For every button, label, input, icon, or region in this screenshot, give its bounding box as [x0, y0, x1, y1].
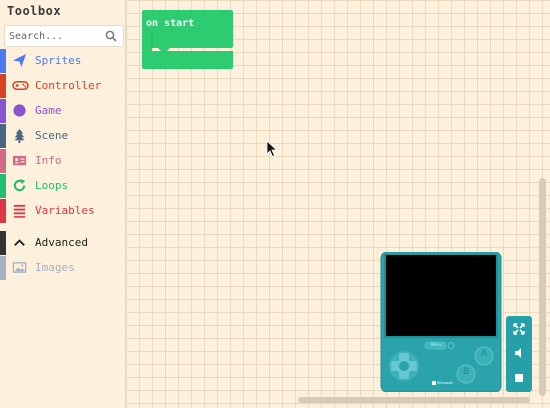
id-card-icon	[12, 155, 27, 166]
category-info[interactable]: Info	[0, 149, 126, 173]
category-label: Variables	[35, 204, 95, 217]
category-label: Images	[35, 261, 75, 274]
tree-icon	[14, 128, 25, 143]
category-controller[interactable]: Controller	[0, 74, 126, 98]
simulator-button-b[interactable]: B	[458, 367, 474, 377]
simulator-menu-label: Menu	[431, 342, 442, 347]
simulator-button-a[interactable]: A	[476, 349, 492, 359]
category-label: Loops	[35, 179, 69, 192]
category-color-bar	[0, 199, 6, 223]
circle-icon	[13, 104, 26, 117]
toolbox-panel: Toolbox Sprites Controller Game	[0, 0, 126, 408]
simulator-toolbar	[506, 316, 532, 392]
list-lines-icon	[13, 204, 26, 218]
loop-arrow-icon	[13, 178, 26, 192]
category-images[interactable]: Images	[0, 256, 126, 280]
category-label: Scene	[35, 129, 69, 142]
chevron-up-icon	[14, 239, 25, 246]
on-start-label: on start	[146, 18, 195, 29]
category-color-bar	[0, 256, 6, 280]
gamepad-icon	[12, 81, 29, 90]
category-color-bar	[0, 99, 6, 123]
category-advanced[interactable]: Advanced	[0, 231, 126, 255]
category-game[interactable]: Game	[0, 99, 126, 123]
search-icon[interactable]	[105, 30, 117, 42]
game-simulator[interactable]	[380, 252, 502, 392]
category-color-bar	[0, 174, 6, 198]
fullscreen-icon[interactable]	[512, 322, 526, 336]
category-scene[interactable]: Scene	[0, 124, 126, 148]
category-label: Game	[35, 104, 62, 117]
horizontal-scrollbar[interactable]	[298, 397, 530, 403]
category-sprites[interactable]: Sprites	[0, 49, 126, 73]
stop-icon[interactable]	[512, 371, 526, 385]
category-color-bar	[0, 149, 6, 173]
image-icon	[12, 262, 27, 273]
simulator-brand: Microsoft	[437, 381, 453, 385]
category-label: Info	[35, 154, 62, 167]
category-variables[interactable]: Variables	[0, 199, 126, 223]
category-loops[interactable]: Loops	[0, 174, 126, 198]
mouse-cursor-icon	[266, 140, 278, 158]
category-color-bar	[0, 74, 6, 98]
simulator-screen	[386, 255, 496, 336]
category-label: Controller	[35, 79, 102, 92]
sound-icon[interactable]	[512, 346, 526, 360]
category-color-bar	[0, 49, 6, 73]
category-label: Advanced	[35, 236, 88, 249]
search-box[interactable]	[4, 25, 124, 47]
vertical-scrollbar[interactable]	[539, 178, 546, 396]
paper-plane-icon	[12, 53, 27, 68]
category-color-bar	[0, 231, 6, 255]
category-color-bar	[0, 124, 6, 148]
category-label: Sprites	[35, 54, 82, 67]
toolbox-title: Toolbox	[7, 4, 62, 18]
search-input[interactable]	[9, 29, 105, 44]
